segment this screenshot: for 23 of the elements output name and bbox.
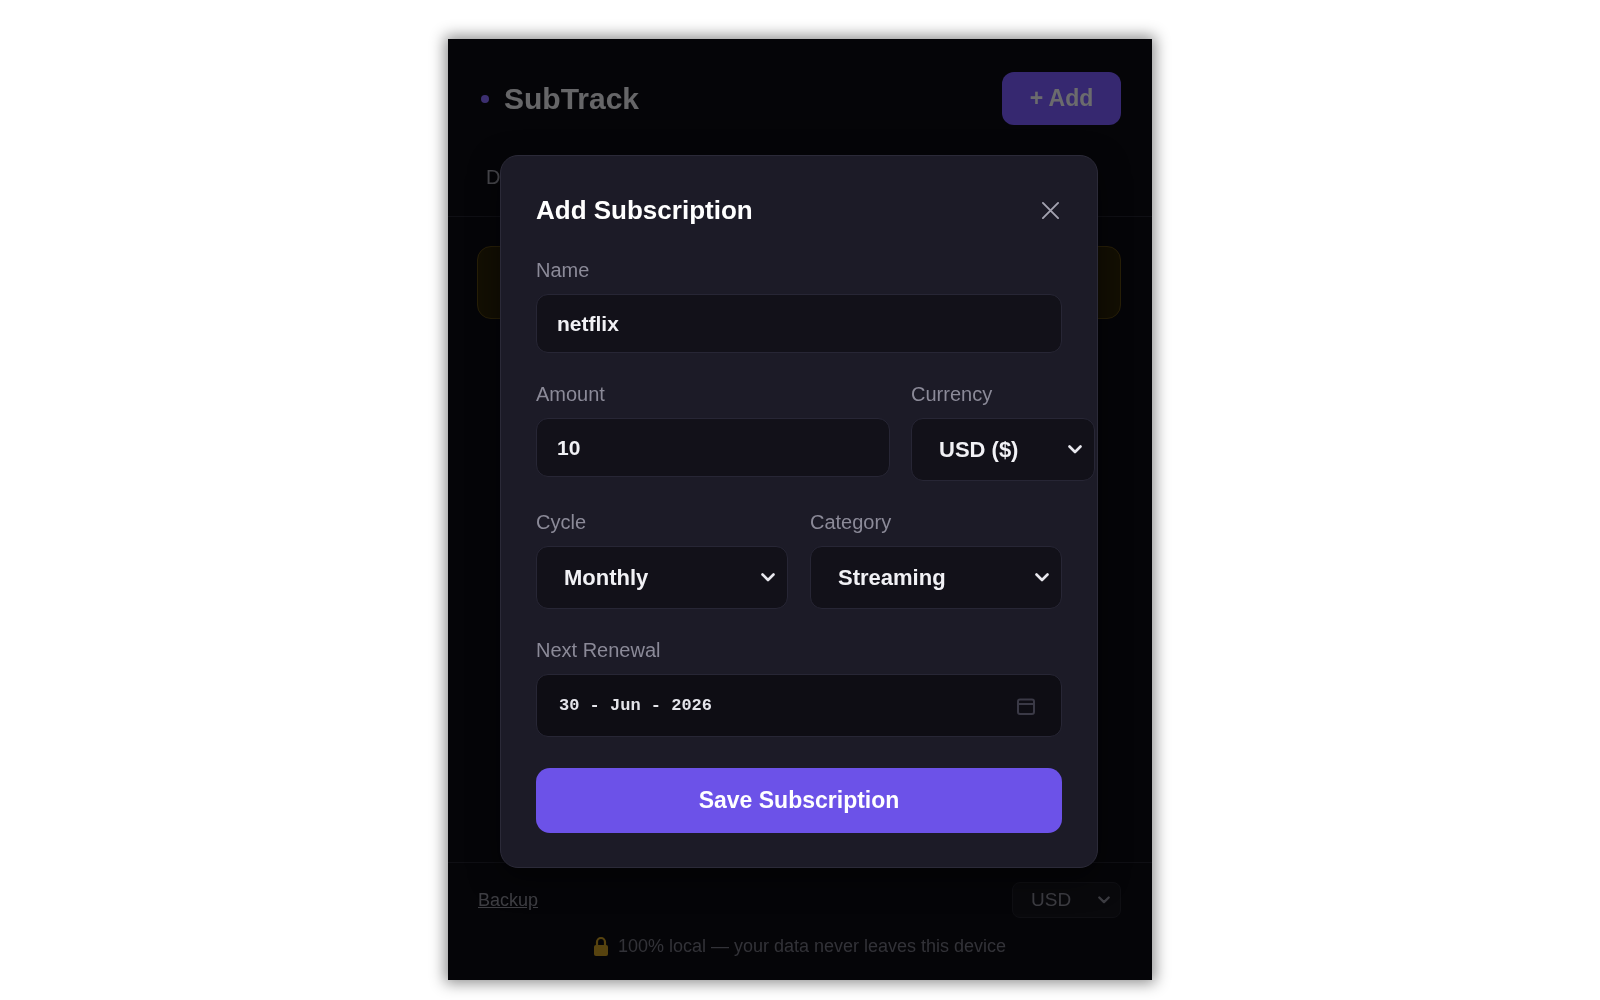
chevron-down-icon bbox=[1098, 896, 1110, 904]
chevron-down-icon bbox=[761, 573, 775, 582]
app-title: SubTrack bbox=[504, 80, 640, 117]
field-label: Name bbox=[536, 260, 590, 280]
field-label: Cycle bbox=[536, 512, 586, 532]
dropdown-select[interactable]: Monthly bbox=[536, 546, 788, 609]
field-label: Next Renewal bbox=[536, 640, 661, 660]
text-input[interactable]: netflix bbox=[536, 294, 1062, 353]
dialog-title: Add Subscription bbox=[536, 195, 753, 225]
date-input[interactable]: 30 - Jun - 2026 bbox=[536, 674, 1062, 737]
calendar-icon bbox=[1017, 696, 1035, 715]
save-subscription-button[interactable]: Save Subscription bbox=[536, 768, 1062, 833]
field-label: Amount bbox=[536, 384, 605, 404]
close-icon[interactable] bbox=[1041, 200, 1060, 220]
text-input[interactable]: 10 bbox=[536, 418, 890, 477]
field-label: Category bbox=[810, 512, 892, 532]
field-label: Currency bbox=[911, 384, 993, 404]
brand-dot-icon bbox=[481, 94, 489, 103]
dropdown-select[interactable]: USD ($) bbox=[911, 418, 1095, 481]
chevron-down-icon bbox=[1035, 573, 1049, 582]
lock-icon bbox=[592, 936, 609, 956]
dropdown-select[interactable]: Streaming bbox=[810, 546, 1062, 609]
chevron-down-icon bbox=[1068, 445, 1082, 454]
